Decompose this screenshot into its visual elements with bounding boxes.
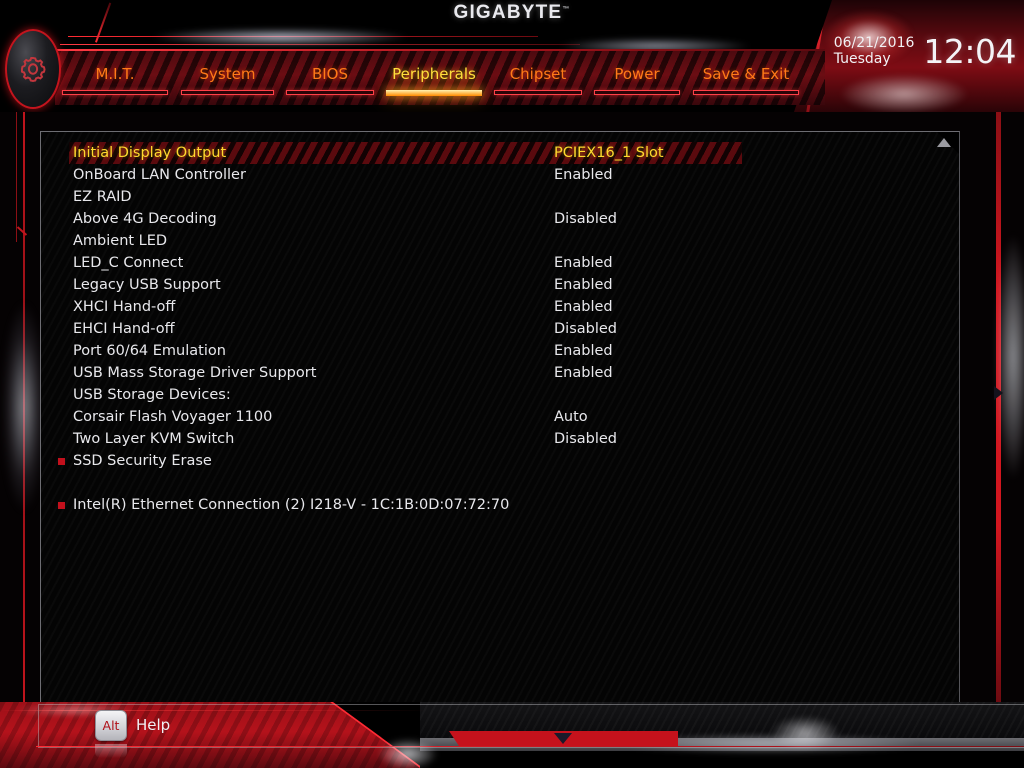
setting-value[interactable]: Disabled — [554, 428, 617, 450]
tab-underline — [693, 90, 799, 95]
setting-value[interactable]: Enabled — [554, 362, 613, 384]
setting-row[interactable]: USB Mass Storage Driver Support Enabled — [41, 362, 959, 384]
tab-power[interactable]: Power — [588, 62, 686, 95]
setting-label: LED_C Connect — [73, 255, 184, 271]
bottom-glow-a — [378, 738, 438, 768]
setting-label: Ambient LED — [73, 233, 168, 249]
header-light-streak-a — [150, 28, 410, 46]
right-decorative-rail — [988, 112, 1024, 702]
setting-value[interactable]: Enabled — [554, 252, 613, 274]
setting-label: Port 60/64 Emulation — [73, 343, 226, 359]
tab-underline — [181, 90, 274, 95]
setting-label: USB Mass Storage Driver Support — [73, 365, 317, 381]
tab-peripherals[interactable]: Peripherals — [380, 62, 488, 96]
setting-label: XHCI Hand-off — [73, 299, 176, 315]
settings-panel: Initial Display Output PCIEX16_1 Slot OnBo… — [40, 131, 960, 730]
setting-value[interactable]: Enabled — [554, 340, 613, 362]
setting-row[interactable]: Legacy USB Support Enabled — [41, 274, 959, 296]
setting-label: Two Layer KVM Switch — [73, 431, 235, 447]
setting-row[interactable]: Two Layer KVM Switch Disabled — [41, 428, 959, 450]
alt-key-cap[interactable]: Alt — [95, 709, 127, 741]
tab-label: System — [199, 65, 256, 83]
current-weekday: Tuesday — [833, 51, 891, 67]
tab-save-exit[interactable]: Save & Exit — [686, 62, 806, 95]
tab-bios[interactable]: BIOS — [280, 62, 380, 95]
system-datetime: 06/21/2016 Tuesday 12:04 — [816, 26, 1017, 76]
setting-label: Corsair Flash Voyager 1100 — [73, 409, 273, 425]
setting-row[interactable]: Above 4G Decoding Disabled — [41, 208, 959, 230]
setting-row[interactable]: Ambient LED — [41, 230, 959, 252]
setting-label: EZ RAID — [73, 189, 132, 205]
alt-key-reflection — [95, 743, 127, 758]
setting-label: Initial Display Output — [73, 145, 227, 161]
tab-label: M.I.T. — [95, 65, 135, 83]
tab-chipset[interactable]: Chipset — [488, 62, 588, 95]
setting-value[interactable]: Disabled — [554, 208, 617, 230]
tab-label: Chipset — [509, 65, 567, 83]
right-rail-glow — [996, 232, 1024, 482]
setting-value[interactable]: Disabled — [554, 318, 617, 340]
header-glow-b — [839, 74, 969, 112]
setting-label: OnBoard LAN Controller — [73, 167, 246, 183]
gigabyte-logo: GIGABYTE™ — [0, 2, 1024, 24]
setting-value[interactable]: PCIEX16_1 Slot — [554, 142, 664, 164]
tab-underline — [386, 90, 482, 96]
row-spacer — [41, 472, 959, 494]
setting-value[interactable]: Enabled — [554, 296, 613, 318]
current-time: 12:04 — [923, 31, 1016, 71]
left-rail-line-secondary — [16, 112, 17, 242]
setting-row[interactable]: Port 60/64 Emulation Enabled — [41, 340, 959, 362]
setting-row[interactable]: EHCI Hand-off Disabled — [41, 318, 959, 340]
setting-row[interactable]: Corsair Flash Voyager 1100 Auto — [41, 406, 959, 428]
trademark-symbol: ™ — [562, 5, 571, 13]
setting-label: Intel(R) Ethernet Connection (2) I218-V … — [73, 497, 510, 513]
tab-underline — [62, 90, 168, 95]
setting-row[interactable]: EZ RAID — [41, 186, 959, 208]
tab-label: Peripherals — [392, 65, 476, 83]
setting-row[interactable]: LED_C Connect Enabled — [41, 252, 959, 274]
setting-row[interactable]: OnBoard LAN Controller Enabled — [41, 164, 959, 186]
settings-row-list[interactable]: Initial Display Output PCIEX16_1 Slot OnBo… — [41, 142, 959, 516]
tab-label: Save & Exit — [702, 65, 790, 83]
left-rail-diagonal — [16, 226, 28, 236]
setting-label: EHCI Hand-off — [73, 321, 175, 337]
setting-row[interactable]: Intel(R) Ethernet Connection (2) I218-V … — [41, 494, 959, 516]
gigabyte-logo-text: GIGABYTE — [453, 2, 563, 23]
setting-value[interactable]: Auto — [554, 406, 588, 428]
bottom-bar: Alt Help — [0, 702, 1024, 768]
bottom-red-divider — [36, 746, 1024, 747]
bottom-glow-b — [770, 716, 840, 750]
tab-m-i-t[interactable]: M.I.T. — [55, 62, 175, 95]
tab-strip-top-edge — [55, 49, 825, 51]
setting-value[interactable]: Enabled — [554, 274, 613, 296]
top-header: GIGABYTE™ M.I.T. System BIOS Peripherals Chi… — [0, 0, 1024, 112]
setting-row[interactable]: SSD Security Erase — [41, 450, 959, 472]
help-hint-group[interactable]: Alt Help — [95, 703, 171, 758]
submenu-bullet-icon — [58, 458, 65, 465]
setting-label: Above 4G Decoding — [73, 211, 217, 227]
tab-underline — [286, 90, 374, 95]
setting-label: SSD Security Erase — [73, 453, 212, 469]
setting-row[interactable]: XHCI Hand-off Enabled — [41, 296, 959, 318]
tab-system[interactable]: System — [175, 62, 280, 95]
tab-label: Power — [614, 65, 660, 83]
tab-underline — [593, 90, 681, 95]
setting-value[interactable]: Enabled — [554, 164, 613, 186]
date-block: 06/21/2016 Tuesday — [834, 35, 915, 67]
tab-underline — [494, 90, 582, 95]
left-rail-glow — [2, 302, 40, 512]
submenu-bullet-icon — [58, 502, 65, 509]
setting-row[interactable]: USB Storage Devices: — [41, 384, 959, 406]
setting-label: Legacy USB Support — [73, 277, 221, 293]
gear-icon[interactable] — [5, 29, 61, 109]
right-arrow-icon[interactable] — [994, 386, 1003, 400]
help-label: Help — [136, 716, 171, 734]
main-navigation-tabs[interactable]: M.I.T. System BIOS Peripherals Chipset Power S… — [55, 62, 845, 108]
current-date: 06/21/2016 — [833, 34, 915, 51]
setting-label: USB Storage Devices: — [73, 387, 231, 403]
tab-label: BIOS — [311, 65, 349, 83]
setting-row[interactable]: Initial Display Output PCIEX16_1 Slot — [41, 142, 959, 164]
left-decorative-rail — [0, 112, 40, 702]
